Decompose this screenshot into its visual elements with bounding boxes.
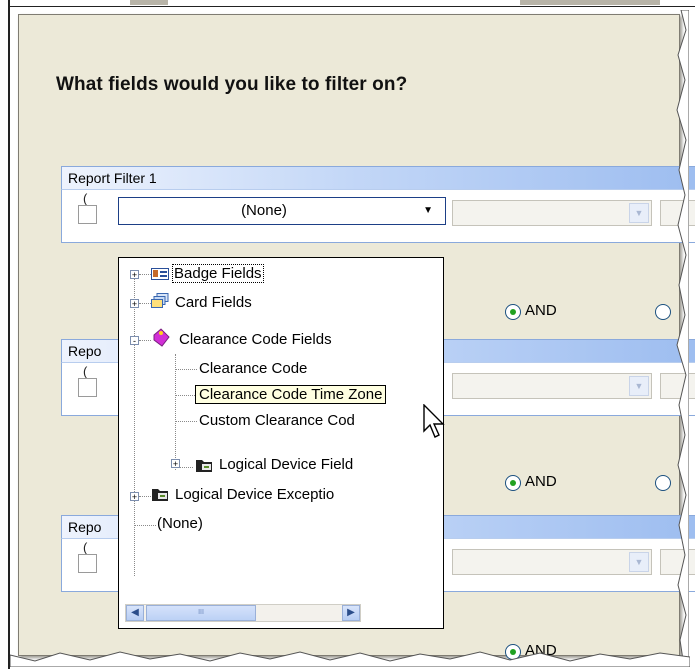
tree-item-none[interactable]: (None) <box>157 514 203 534</box>
tree-item-custom-clearance-code[interactable]: Custom Clearance Cod <box>199 411 355 431</box>
screenshot-frame: What fields would you like to filter on?… <box>0 0 695 669</box>
and-label: AND <box>525 302 557 319</box>
left-border <box>0 0 10 669</box>
open-paren-checkbox[interactable] <box>78 554 97 573</box>
expand-icon[interactable]: + <box>130 270 139 280</box>
device-icon <box>152 489 168 501</box>
or-radio-1[interactable] <box>655 304 671 320</box>
tag-icon <box>153 328 170 347</box>
and-label: AND <box>525 473 557 490</box>
open-paren-checkbox[interactable] <box>78 205 97 224</box>
tree-line <box>179 467 193 468</box>
tree-line <box>134 274 135 576</box>
tree-line <box>139 496 151 497</box>
and-radio-1[interactable] <box>505 304 521 320</box>
group-header: Report Filter 1 <box>61 166 695 189</box>
tree-item-clearance-code-time-zone[interactable]: Clearance Code Time Zone <box>195 385 387 405</box>
report-filter-group-1: Report Filter 1 ( (None) ▼ ▼ <box>61 166 695 243</box>
tree-item-logical-device-field[interactable]: Logical Device Field <box>219 455 353 475</box>
top-cut-fragment <box>520 0 660 5</box>
chevron-down-icon: ▼ <box>629 203 649 223</box>
tree-line <box>134 525 156 526</box>
tree-item-clearance-code-fields[interactable]: Clearance Code Fields <box>179 330 332 350</box>
expand-icon[interactable]: + <box>130 299 139 309</box>
tree-item-label: Badge Fields <box>172 264 264 283</box>
and-radio-2[interactable] <box>505 475 521 491</box>
scroll-thumb[interactable]: III <box>146 605 256 621</box>
horizontal-scrollbar[interactable]: ◀ III ▶ <box>125 604 361 622</box>
tree-item-badge-fields[interactable]: Badge Fields <box>172 264 264 284</box>
tree-line <box>139 303 151 304</box>
group-body: ( (None) ▼ ▼ <box>61 189 695 243</box>
collapse-icon[interactable]: - <box>130 336 139 346</box>
paren-marker: ( <box>83 540 88 555</box>
badge-icon <box>151 268 169 280</box>
operator-combo: ▼ <box>452 373 652 399</box>
tree-item-logical-device-exception[interactable]: Logical Device Exceptio <box>175 485 334 505</box>
chevron-down-icon[interactable]: ▼ <box>423 205 433 216</box>
operator-combo: ▼ <box>452 200 652 226</box>
field-combo-value: (None) <box>241 202 287 219</box>
tree-item-card-fields[interactable]: Card Fields <box>175 293 252 313</box>
field-dropdown-tree[interactable]: + Badge Fields + Card Fields - Clearance… <box>118 257 444 629</box>
scroll-left-icon[interactable]: ◀ <box>126 605 144 621</box>
top-cut-fragment <box>130 0 168 5</box>
chevron-down-icon: ▼ <box>629 552 649 572</box>
tree-line <box>175 421 197 422</box>
tree-line <box>175 395 197 396</box>
chevron-down-icon: ▼ <box>629 376 649 396</box>
scroll-right-icon[interactable]: ▶ <box>342 605 360 621</box>
expand-icon[interactable]: + <box>171 459 180 469</box>
tree-line <box>175 354 176 470</box>
operator-combo: ▼ <box>452 549 652 575</box>
torn-edge <box>676 10 689 660</box>
field-combo[interactable]: (None) ▼ <box>118 197 446 225</box>
tree-line <box>175 369 197 370</box>
device-icon <box>196 460 212 472</box>
open-paren-checkbox[interactable] <box>78 378 97 397</box>
tooltip-highlight: Clearance Code Time Zone <box>195 385 387 404</box>
cards-icon <box>151 293 169 308</box>
paren-marker: ( <box>83 364 88 379</box>
paren-marker: ( <box>83 191 88 206</box>
expand-icon[interactable]: + <box>130 492 139 502</box>
page-title: What fields would you like to filter on? <box>56 74 408 95</box>
tree-line <box>139 274 151 275</box>
tree-item-clearance-code[interactable]: Clearance Code <box>199 359 307 379</box>
mouse-pointer-icon <box>423 404 445 438</box>
tree-line <box>139 340 151 341</box>
torn-edge <box>10 651 690 667</box>
or-radio-2[interactable] <box>655 475 671 491</box>
